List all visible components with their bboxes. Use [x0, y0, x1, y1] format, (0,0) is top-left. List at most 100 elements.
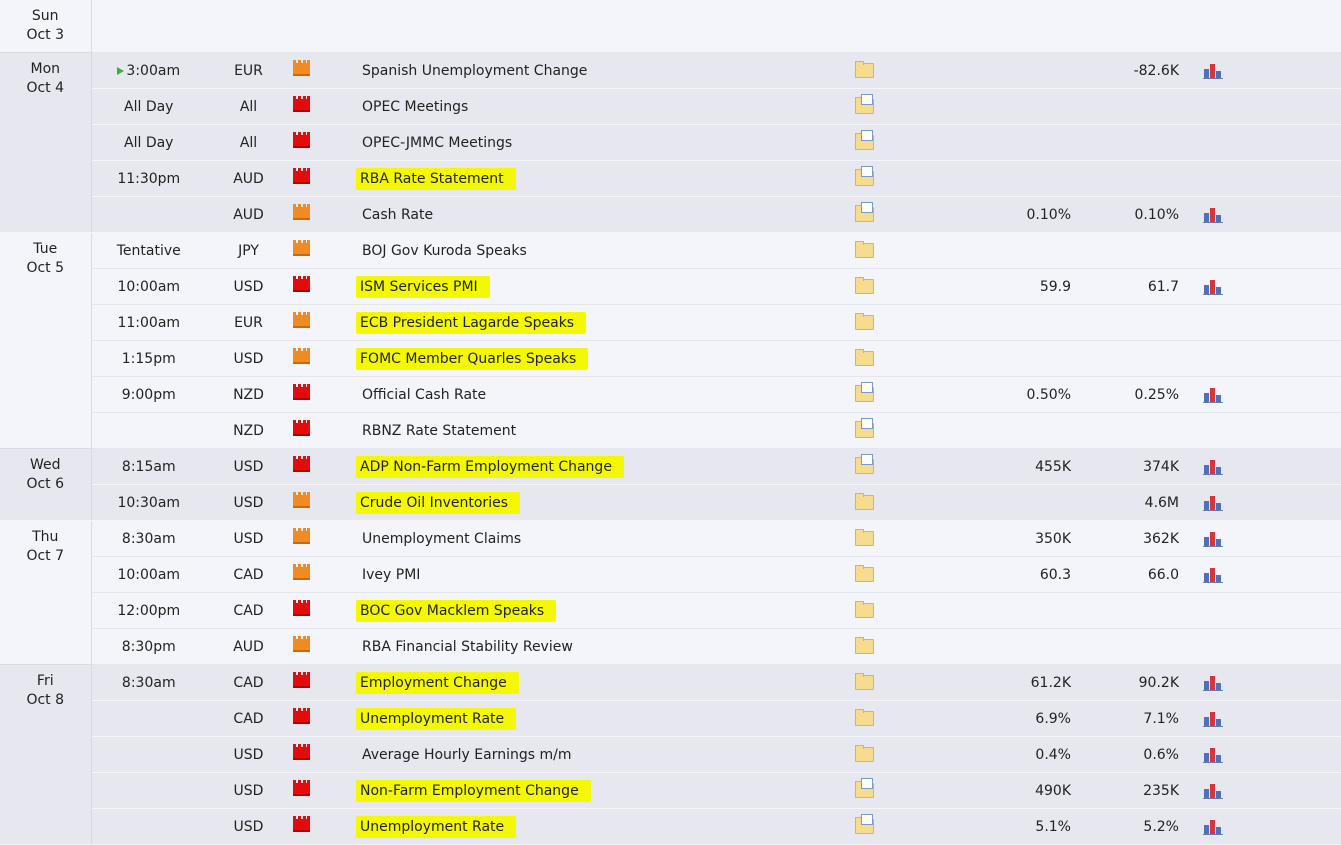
impact-cell[interactable]: [291, 340, 355, 377]
impact-cell[interactable]: [291, 772, 355, 809]
folder-icon[interactable]: [855, 814, 874, 834]
folder-icon[interactable]: [855, 454, 874, 474]
graph-icon[interactable]: [1203, 207, 1223, 223]
event-cell[interactable]: FOMC Member Quarles Speaks: [355, 340, 855, 377]
high-impact-icon[interactable]: [293, 600, 310, 616]
event-row[interactable]: Thu Oct 7 8:30am USD Unemployment Claims 350K…: [0, 520, 1341, 665]
event-title[interactable]: Unemployment Claims: [362, 531, 521, 547]
medium-impact-icon[interactable]: [293, 348, 310, 364]
event-row[interactable]: 11:30pm AUD RBA Rate Statement: [0, 160, 1341, 197]
event-cell[interactable]: Unemployment Rate: [355, 808, 855, 845]
event-title[interactable]: Non-Farm Employment Change: [356, 779, 591, 802]
event-cell[interactable]: ISM Services PMI: [355, 268, 855, 305]
event-title[interactable]: RBA Rate Statement: [356, 167, 516, 190]
impact-cell[interactable]: [291, 52, 355, 89]
folder-icon[interactable]: [855, 349, 874, 366]
impact-cell[interactable]: [291, 124, 355, 161]
high-impact-icon[interactable]: [293, 420, 310, 436]
graph-cell[interactable]: [1203, 520, 1341, 557]
graph-cell[interactable]: [1203, 160, 1341, 197]
graph-cell[interactable]: [1203, 556, 1341, 593]
event-row[interactable]: 10:00am CAD Ivey PMI 60.3 66.0: [0, 556, 1341, 593]
event-title[interactable]: Official Cash Rate: [362, 387, 486, 403]
detail-cell[interactable]: [855, 736, 965, 773]
event-row[interactable]: Fri Oct 8 8:30am CAD Employment Change 61.2K 9…: [0, 664, 1341, 845]
detail-cell[interactable]: [855, 304, 965, 341]
event-cell[interactable]: OPEC-JMMC Meetings: [355, 124, 855, 161]
graph-cell[interactable]: [1203, 268, 1341, 305]
high-impact-icon[interactable]: [293, 132, 310, 148]
impact-cell[interactable]: [291, 268, 355, 305]
event-cell[interactable]: Average Hourly Earnings m/m: [355, 736, 855, 773]
detail-cell[interactable]: [855, 520, 965, 557]
event-cell[interactable]: Crude Oil Inventories: [355, 484, 855, 521]
impact-cell[interactable]: [291, 412, 355, 449]
detail-cell[interactable]: [855, 412, 965, 449]
event-title[interactable]: ISM Services PMI: [356, 275, 490, 298]
detail-cell[interactable]: [855, 52, 965, 89]
event-title[interactable]: FOMC Member Quarles Speaks: [356, 347, 589, 370]
impact-cell[interactable]: [291, 304, 355, 341]
folder-icon[interactable]: [855, 61, 874, 78]
impact-cell[interactable]: [291, 628, 355, 665]
event-title[interactable]: Ivey PMI: [362, 567, 420, 583]
event-cell[interactable]: Spanish Unemployment Change: [355, 52, 855, 89]
event-row[interactable]: Wed Oct 6 8:15am USD ADP Non-Farm Employment…: [0, 448, 1341, 521]
detail-cell[interactable]: [855, 448, 965, 485]
detail-cell[interactable]: [855, 556, 965, 593]
folder-icon[interactable]: [855, 277, 874, 294]
graph-icon[interactable]: [1203, 747, 1223, 763]
event-row[interactable]: 9:00pm NZD Official Cash Rate 0.50% 0.25%: [0, 376, 1341, 413]
detail-cell[interactable]: [855, 484, 965, 521]
impact-cell[interactable]: [291, 88, 355, 125]
high-impact-icon[interactable]: [293, 816, 310, 832]
high-impact-icon[interactable]: [293, 384, 310, 400]
graph-cell[interactable]: [1203, 340, 1341, 377]
event-row[interactable]: CAD Unemployment Rate 6.9% 7.1%: [0, 700, 1341, 737]
event-row[interactable]: 12:00pm CAD BOC Gov Macklem Speaks: [0, 592, 1341, 629]
graph-cell[interactable]: [1203, 196, 1341, 233]
detail-cell[interactable]: [855, 700, 965, 737]
impact-cell[interactable]: [291, 700, 355, 737]
graph-cell[interactable]: [1203, 808, 1341, 845]
medium-impact-icon[interactable]: [293, 312, 310, 328]
impact-cell[interactable]: [291, 376, 355, 413]
event-row[interactable]: 1:15pm USD FOMC Member Quarles Speaks: [0, 340, 1341, 377]
event-cell[interactable]: Official Cash Rate: [355, 376, 855, 413]
detail-cell[interactable]: [855, 124, 965, 161]
graph-cell[interactable]: [1203, 88, 1341, 125]
event-row[interactable]: Tue Oct 5 Tentative JPY BOJ Gov Kuroda Speak…: [0, 232, 1341, 449]
folder-icon[interactable]: [855, 745, 874, 762]
impact-cell[interactable]: [291, 736, 355, 773]
medium-impact-icon[interactable]: [293, 528, 310, 544]
folder-icon[interactable]: [855, 565, 874, 582]
impact-cell[interactable]: [291, 160, 355, 197]
impact-cell[interactable]: [291, 484, 355, 521]
detail-cell[interactable]: [855, 628, 965, 665]
detail-cell[interactable]: [855, 160, 965, 197]
event-title[interactable]: Average Hourly Earnings m/m: [362, 747, 571, 763]
graph-icon[interactable]: [1203, 819, 1223, 835]
event-row[interactable]: 8:30pm AUD RBA Financial Stability Review: [0, 628, 1341, 665]
high-impact-icon[interactable]: [293, 168, 310, 184]
graph-icon[interactable]: [1203, 711, 1223, 727]
detail-cell[interactable]: [855, 268, 965, 305]
high-impact-icon[interactable]: [293, 744, 310, 760]
detail-cell[interactable]: [855, 196, 965, 233]
graph-icon[interactable]: [1203, 459, 1223, 475]
event-title[interactable]: ECB President Lagarde Speaks: [356, 311, 587, 334]
impact-cell[interactable]: [291, 196, 355, 233]
detail-cell[interactable]: [855, 664, 965, 701]
event-row[interactable]: USD Average Hourly Earnings m/m 0.4% 0.6%: [0, 736, 1341, 773]
high-impact-icon[interactable]: [293, 708, 310, 724]
graph-cell[interactable]: [1203, 304, 1341, 341]
graph-icon[interactable]: [1203, 675, 1223, 691]
graph-cell[interactable]: [1203, 484, 1341, 521]
impact-cell[interactable]: [291, 232, 355, 269]
event-row[interactable]: All Day All OPEC-JMMC Meetings: [0, 124, 1341, 161]
folder-icon[interactable]: [855, 637, 874, 654]
event-cell[interactable]: BOJ Gov Kuroda Speaks: [355, 232, 855, 269]
impact-cell[interactable]: [291, 664, 355, 701]
medium-impact-icon[interactable]: [293, 564, 310, 580]
detail-cell[interactable]: [855, 88, 965, 125]
